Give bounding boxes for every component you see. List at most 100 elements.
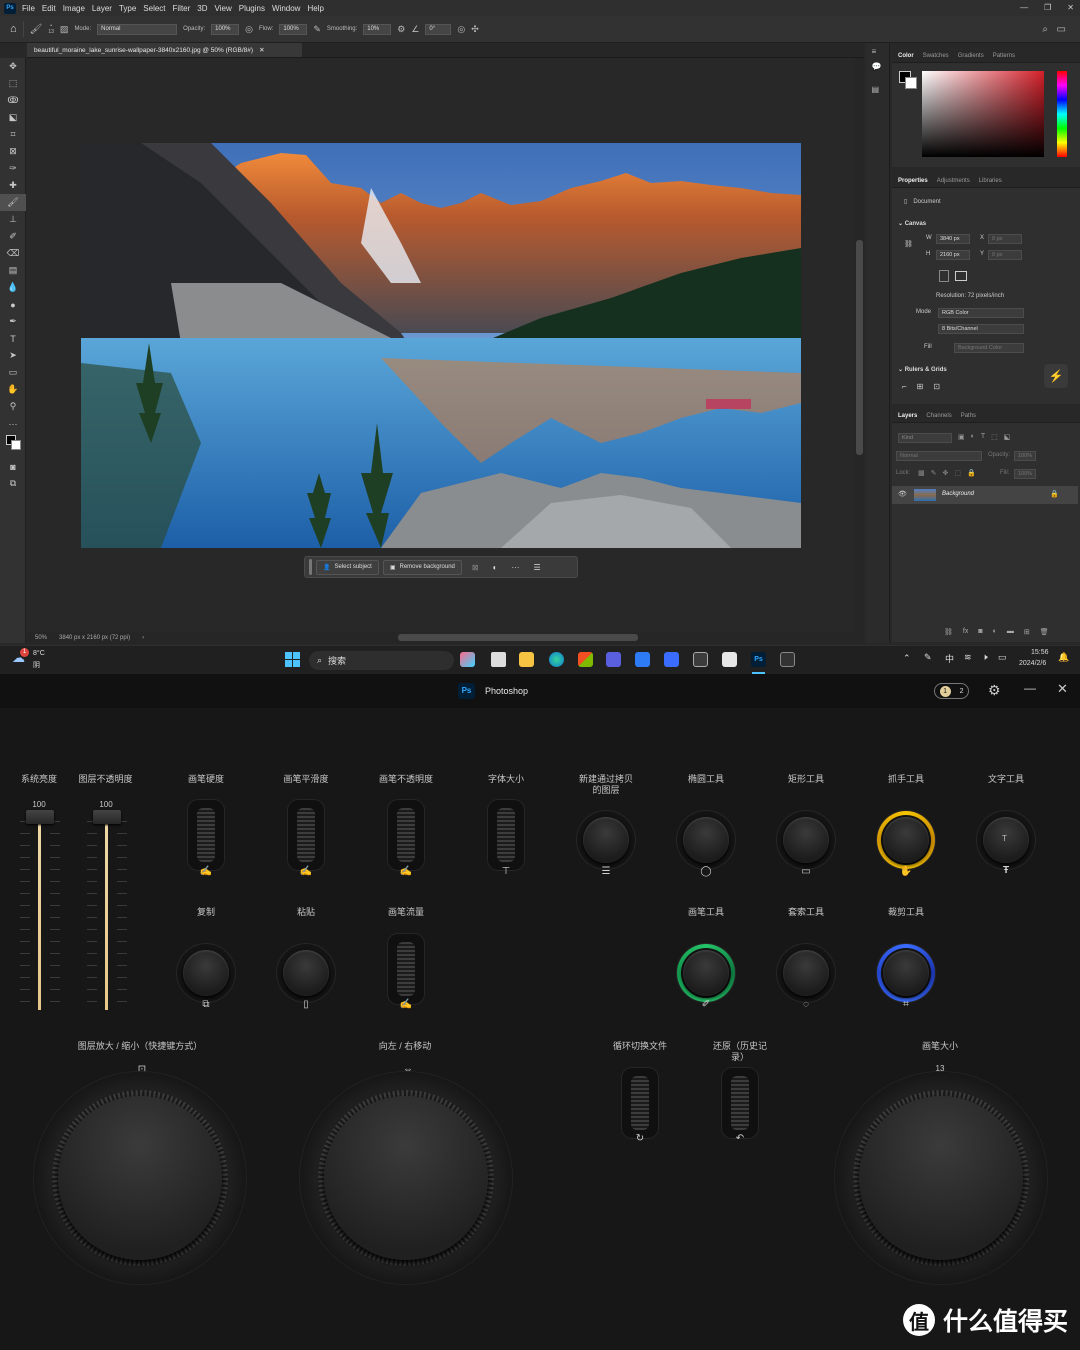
mode-select[interactable]: Normal xyxy=(97,23,178,35)
photoshop-taskbar-icon[interactable]: Ps xyxy=(751,652,766,667)
clock-time[interactable]: 15:56 xyxy=(1031,649,1049,656)
tab-libraries[interactable]: Libraries xyxy=(979,178,1002,184)
app-icon-5[interactable] xyxy=(780,652,795,667)
rectangle-tool-knob[interactable] xyxy=(777,811,835,869)
angle-field[interactable]: 0° xyxy=(425,23,452,35)
eyedropper-tool-icon[interactable]: ✑ xyxy=(0,160,26,177)
layer-zoom-dial[interactable] xyxy=(34,1072,246,1284)
notification-icon[interactable]: 🔔 xyxy=(1058,652,1069,663)
pen-icon[interactable]: ✎ xyxy=(924,652,932,663)
hand-tool-knob[interactable] xyxy=(877,811,935,869)
history-panel-icon[interactable]: ≡ xyxy=(872,47,884,56)
app-icon-4[interactable] xyxy=(693,652,708,667)
stamp-tool-icon[interactable]: ⊥ xyxy=(0,211,26,228)
copy-knob[interactable] xyxy=(177,944,235,1002)
y-field[interactable]: 0 px xyxy=(988,250,1022,260)
airbrush-icon[interactable]: ✎ xyxy=(313,24,321,35)
layer-opacity-field[interactable]: 100% xyxy=(1014,451,1036,461)
menu-edit[interactable]: Edit xyxy=(42,4,56,13)
more-tools-icon[interactable]: ··· xyxy=(0,415,26,432)
canvas-section-title[interactable]: ⌄ Canvas xyxy=(898,220,926,227)
smoothing-field[interactable]: 10% xyxy=(363,23,392,35)
opacity-field[interactable]: 100% xyxy=(211,23,240,35)
font-size-wheel[interactable] xyxy=(488,800,524,870)
lock-pixels-icon[interactable]: ✎ xyxy=(931,469,937,477)
store-icon[interactable] xyxy=(578,652,593,667)
filter-pixel-icon[interactable]: ▣ xyxy=(958,433,965,441)
profile-2[interactable]: 2 xyxy=(960,688,964,695)
snipping-tool-icon[interactable] xyxy=(722,652,737,667)
add-mask-icon[interactable]: ◙ xyxy=(978,628,982,636)
menu-type[interactable]: Type xyxy=(119,4,136,13)
brightness-slider[interactable] xyxy=(20,810,60,1015)
lasso-tool-knob[interactable] xyxy=(777,944,835,1002)
volume-icon[interactable]: 🕨 xyxy=(982,652,988,663)
close-tab-icon[interactable]: ✕ xyxy=(259,46,264,54)
x-field[interactable]: 0 px xyxy=(988,234,1022,244)
layer-kind-filter[interactable]: Kind xyxy=(898,433,952,443)
crop-tool-icon[interactable]: ⌗ xyxy=(0,126,26,143)
grid-icon[interactable]: ⊞ xyxy=(917,382,924,391)
symmetry-icon[interactable]: ✣ xyxy=(471,24,479,35)
filter-smart-icon[interactable]: ⬕ xyxy=(1004,433,1011,441)
menu-select[interactable]: Select xyxy=(143,4,165,13)
brightness-slider-handle[interactable] xyxy=(26,810,54,824)
close-icon[interactable]: ✕ xyxy=(1067,0,1074,16)
filter-type-icon[interactable]: T xyxy=(981,433,985,441)
battery-icon[interactable]: ▭ xyxy=(998,652,1007,663)
flow-field[interactable]: 100% xyxy=(279,23,308,35)
brush-hardness-wheel[interactable] xyxy=(188,800,224,870)
shape-tool-icon[interactable]: ▭ xyxy=(0,364,26,381)
brush-size-dial[interactable] xyxy=(835,1072,1047,1284)
canvas-image[interactable] xyxy=(81,143,801,548)
brush-smoothing-wheel[interactable] xyxy=(288,800,324,870)
tab-gradients[interactable]: Gradients xyxy=(958,53,984,59)
height-field[interactable]: 2160 px xyxy=(936,250,970,260)
wifi-icon[interactable]: ≋ xyxy=(964,652,972,663)
edge-icon[interactable] xyxy=(549,652,564,667)
menu-image[interactable]: Image xyxy=(63,4,85,13)
rulers-section-title[interactable]: ⌄ Rulers & Grids xyxy=(898,366,947,373)
search-icon[interactable]: ⌕ xyxy=(1042,24,1048,35)
app-icon-1[interactable] xyxy=(606,652,621,667)
workspace-icon[interactable]: ▭ xyxy=(1057,24,1066,35)
document-tab[interactable]: beautiful_moraine_lake_sunrise-wallpaper… xyxy=(27,43,302,57)
tab-color[interactable]: Color xyxy=(898,53,914,59)
close-icon[interactable]: ✕ xyxy=(1057,681,1068,697)
menu-window[interactable]: Window xyxy=(272,4,300,13)
filter-shape-icon[interactable]: ⬚ xyxy=(991,433,998,441)
pressure-opacity-icon[interactable]: ◎ xyxy=(245,24,253,35)
zoom-tool-icon[interactable]: ⚲ xyxy=(0,398,26,415)
adjustment-layer-icon[interactable]: ◐ xyxy=(993,628,997,636)
portrait-icon[interactable] xyxy=(939,270,949,282)
hand-tool-icon[interactable]: ✋ xyxy=(0,381,26,398)
type-tool-icon[interactable]: T xyxy=(0,330,26,347)
brush-tool-icon[interactable]: 🖌 xyxy=(0,194,26,211)
background-color-swatch[interactable] xyxy=(905,77,917,89)
layer-style-icon[interactable]: fx xyxy=(963,628,968,636)
lasso-tool-icon[interactable]: ↂ xyxy=(0,92,26,109)
select-subject-button[interactable]: 👤 Select subject xyxy=(316,559,379,575)
file-explorer-icon[interactable] xyxy=(519,652,534,667)
paste-knob[interactable] xyxy=(277,944,335,1002)
history-brush-icon[interactable]: ✐ xyxy=(0,228,26,245)
brush-opacity-wheel[interactable] xyxy=(388,800,424,870)
ime-indicator[interactable]: 中 xyxy=(945,652,954,665)
clock-date[interactable]: 2024/2/6 xyxy=(1019,660,1046,667)
brush-flow-wheel[interactable] xyxy=(388,934,424,1004)
brush-tool-knob[interactable] xyxy=(677,944,735,1002)
quick-mask-icon[interactable]: ◙ xyxy=(0,458,26,475)
tab-patterns[interactable]: Patterns xyxy=(993,53,1015,59)
app-icon-3[interactable] xyxy=(664,652,679,667)
layer-fill-field[interactable]: 100% xyxy=(1014,469,1036,479)
color-swatches-icon[interactable] xyxy=(0,432,26,458)
screen-mode-icon[interactable]: ⧉ xyxy=(0,475,26,492)
pen-tool-icon[interactable]: ✒ xyxy=(0,313,26,330)
bit-depth-select[interactable]: 8 Bits/Channel xyxy=(938,324,1024,334)
path-select-icon[interactable]: ➤ xyxy=(0,347,26,364)
link-layers-icon[interactable]: ⛓ xyxy=(944,628,953,636)
crop-tool-knob[interactable] xyxy=(877,944,935,1002)
settings-sliders-icon[interactable]: ☰ xyxy=(533,563,540,572)
hue-slider[interactable] xyxy=(1057,71,1067,157)
menu-view[interactable]: View xyxy=(215,4,232,13)
